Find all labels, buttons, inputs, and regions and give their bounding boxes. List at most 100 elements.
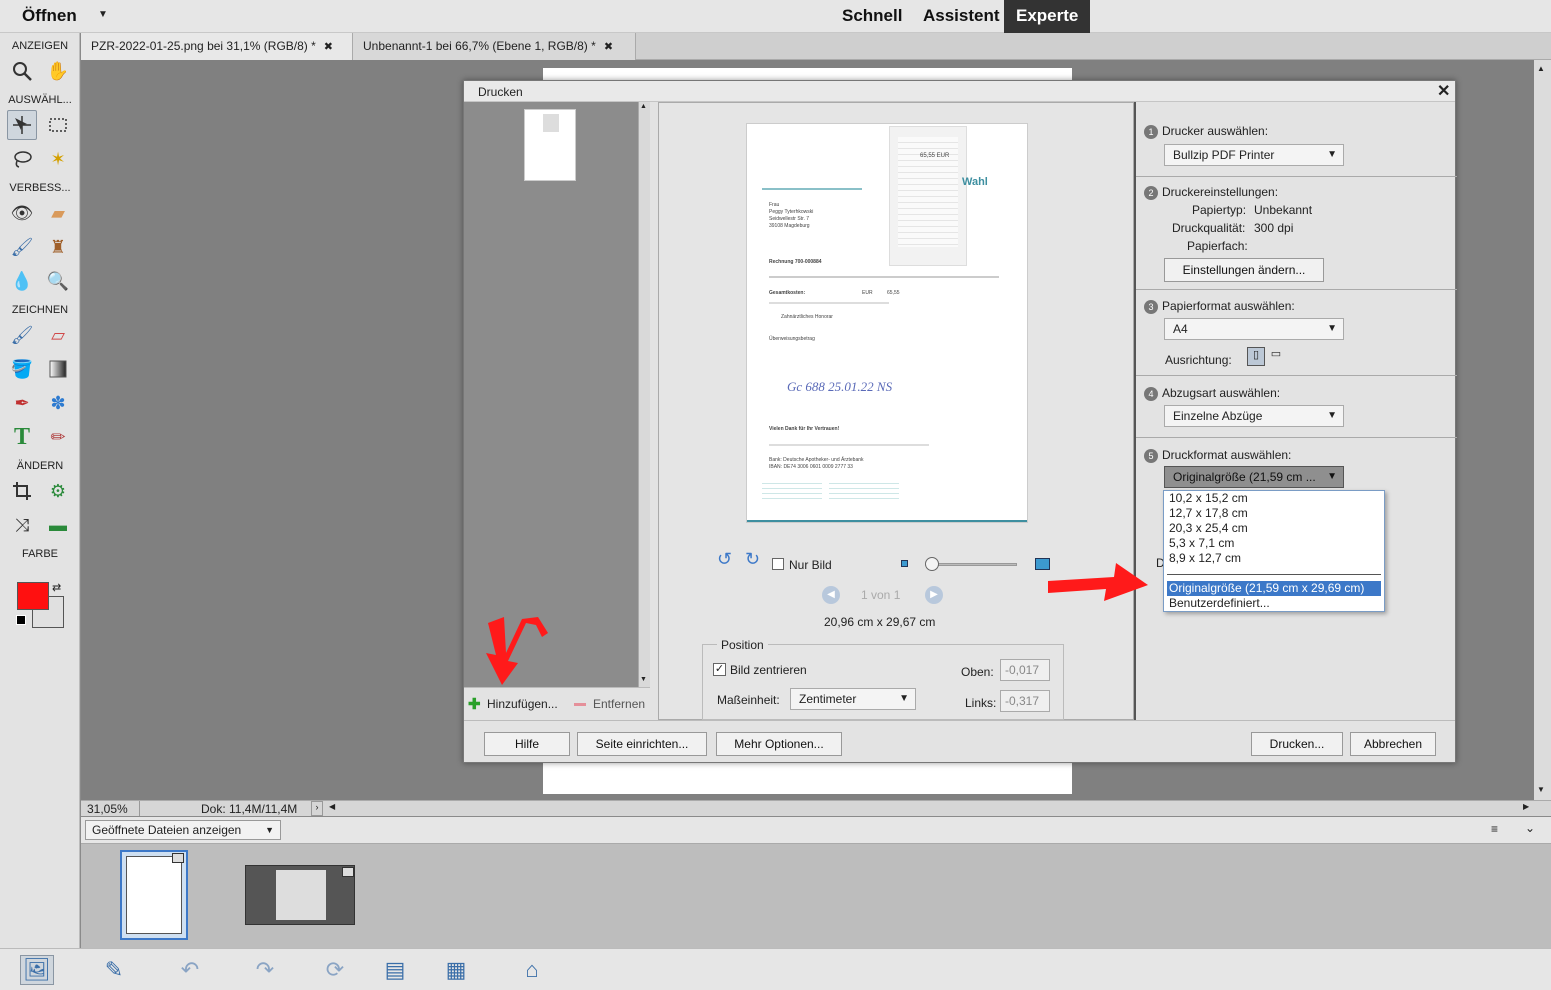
eraser-tool-icon[interactable]: ▱: [43, 320, 73, 350]
print-thumbnail[interactable]: [524, 109, 576, 181]
tool-options-icon[interactable]: ✎: [97, 955, 131, 985]
only-image-checkbox[interactable]: [772, 558, 784, 570]
position-legend: Position: [717, 638, 768, 652]
print-size-select[interactable]: Originalgröße (21,59 cm ... ▼: [1164, 466, 1344, 488]
status-menu-arrow-icon[interactable]: ›: [311, 801, 323, 816]
home-screen-icon[interactable]: ⌂: [515, 955, 549, 985]
mode-expert-tab[interactable]: Experte: [1004, 0, 1091, 33]
content-move-icon[interactable]: ⤨: [7, 510, 37, 540]
printer-select[interactable]: Bullzip PDF Printer ▼: [1164, 144, 1344, 166]
redo-icon[interactable]: ↷: [248, 955, 282, 985]
paper-size-select[interactable]: A4 ▼: [1164, 318, 1344, 340]
zoom-level[interactable]: 31,05%: [87, 802, 128, 816]
change-settings-button[interactable]: Einstellungen ändern...: [1164, 258, 1324, 282]
paint-bucket-icon[interactable]: 🪣: [7, 354, 37, 384]
mode-quick-tab[interactable]: Schnell: [832, 5, 912, 33]
sponge-tool-icon[interactable]: 🔍: [43, 266, 73, 296]
photo-bin-icon[interactable]: 🖼: [20, 955, 54, 985]
print-size-option-selected[interactable]: Originalgröße (21,59 cm x 29,69 cm): [1167, 581, 1381, 596]
open-menu-button[interactable]: Öffnen: [22, 6, 77, 26]
move-tool-icon[interactable]: [7, 110, 37, 140]
print-size-option[interactable]: 8,9 x 12,7 cm: [1167, 551, 1381, 566]
lasso-tool-icon[interactable]: [7, 144, 37, 174]
paper-tray-label: Papierfach:: [1187, 239, 1248, 253]
next-page-icon[interactable]: ▶: [925, 586, 943, 604]
rotate-right-icon[interactable]: ↻: [745, 549, 760, 570]
smart-brush-icon[interactable]: 🖌: [7, 232, 37, 262]
left-offset-input[interactable]: -0,317: [1000, 690, 1050, 712]
unit-select[interactable]: Zentimeter ▼: [790, 688, 916, 710]
scroll-up-icon[interactable]: ▲: [1537, 64, 1545, 73]
blur-drop-icon[interactable]: 💧: [7, 266, 37, 296]
cancel-button[interactable]: Abbrechen: [1350, 732, 1436, 756]
center-image-checkbox[interactable]: ✓: [713, 663, 726, 676]
add-icon[interactable]: ✚: [468, 695, 481, 713]
print-size-option[interactable]: 10,2 x 15,2 cm: [1167, 491, 1381, 506]
close-icon[interactable]: ✖: [604, 41, 613, 53]
zoom-tool-icon[interactable]: [7, 56, 37, 86]
vertical-scrollbar[interactable]: ▲ ▼: [1534, 60, 1551, 800]
rotate-icon[interactable]: ⟳: [318, 955, 352, 985]
portrait-orientation-icon[interactable]: ▯: [1247, 347, 1265, 366]
zoom-slider[interactable]: [927, 563, 1017, 566]
layout-icon[interactable]: ▤: [378, 955, 412, 985]
tab-document-1[interactable]: PZR-2022-01-25.png bei 31,1% (RGB/8) * ✖: [81, 33, 353, 60]
top-offset-label: Oben:: [961, 665, 994, 679]
collapse-bin-icon[interactable]: ⌄: [1525, 821, 1535, 835]
text-tool-icon[interactable]: T: [7, 422, 37, 452]
print-button[interactable]: Drucken...: [1251, 732, 1343, 756]
zoom-slider-handle[interactable]: [925, 557, 939, 571]
straighten-tool-icon[interactable]: ▬: [43, 510, 73, 540]
hand-tool-icon[interactable]: ✋: [43, 56, 73, 86]
undo-icon[interactable]: ↶: [173, 955, 207, 985]
gradient-tool-icon[interactable]: [43, 354, 73, 384]
recompose-tool-icon[interactable]: ⚙: [43, 476, 73, 506]
scroll-right-icon[interactable]: ▶: [1523, 802, 1529, 811]
foreground-color-swatch[interactable]: [17, 582, 49, 610]
print-size-option[interactable]: Benutzerdefiniert...: [1167, 596, 1381, 611]
page-setup-button[interactable]: Seite einrichten...: [577, 732, 707, 756]
brush-tool-icon[interactable]: 🖌: [7, 320, 37, 350]
chevron-down-icon[interactable]: ▼: [98, 9, 108, 20]
help-button[interactable]: Hilfe: [484, 732, 570, 756]
scroll-left-icon[interactable]: ◀: [329, 802, 335, 811]
marquee-tool-icon[interactable]: [43, 110, 73, 140]
rotate-left-icon[interactable]: ↺: [717, 549, 732, 570]
tab-document-2[interactable]: Unbenannt-1 bei 66,7% (Ebene 1, RGB/8) *…: [353, 33, 636, 60]
print-size-option[interactable]: 20,3 x 25,4 cm: [1167, 521, 1381, 536]
print-size-option[interactable]: 5,3 x 7,1 cm: [1167, 536, 1381, 551]
swap-colors-icon[interactable]: ⇄: [52, 581, 61, 594]
top-offset-input[interactable]: -0,017: [1000, 659, 1050, 681]
remove-icon[interactable]: [574, 703, 586, 706]
crop-tool-icon[interactable]: [7, 476, 37, 506]
pencil-tool-icon[interactable]: ✏: [43, 422, 73, 452]
bin-thumbnail-1[interactable]: [120, 850, 188, 940]
clone-stamp-icon[interactable]: ♜: [43, 232, 73, 262]
custom-shape-icon[interactable]: ✽: [43, 388, 73, 418]
default-colors-icon[interactable]: [16, 615, 26, 625]
thumbnails-scrollbar[interactable]: ▲ ▼: [638, 102, 650, 687]
more-options-button[interactable]: Mehr Optionen...: [716, 732, 842, 756]
organizer-icon[interactable]: ▦: [439, 955, 473, 985]
open-doc-icon: [342, 867, 354, 877]
previous-page-icon[interactable]: ◀: [822, 586, 840, 604]
scroll-down-icon[interactable]: ▼: [1537, 785, 1545, 794]
magic-wand-icon[interactable]: ✶: [43, 144, 73, 174]
print-type-select[interactable]: Einzelne Abzüge ▼: [1164, 405, 1344, 427]
print-size-option[interactable]: 12,7 x 17,8 cm: [1167, 506, 1381, 521]
unit-value: Zentimeter: [799, 692, 857, 706]
bin-thumbnail-2[interactable]: [245, 865, 355, 925]
remove-button[interactable]: Entfernen: [593, 697, 645, 711]
bandage-tool-icon[interactable]: ▰: [43, 198, 73, 228]
red-eye-tool-icon[interactable]: 👁: [7, 198, 37, 228]
add-button[interactable]: Hinzufügen...: [487, 697, 558, 711]
mode-guided-tab[interactable]: Assistent: [913, 5, 1010, 33]
step-number-1: 1: [1144, 125, 1158, 139]
preview-text: 39108 Magdeburg: [769, 223, 810, 229]
landscape-orientation-icon[interactable]: ▭: [1267, 347, 1285, 366]
bin-menu-icon[interactable]: ≡: [1491, 822, 1498, 836]
bin-filter-select[interactable]: Geöffnete Dateien anzeigen ▼: [85, 820, 281, 840]
close-icon[interactable]: ✖: [324, 41, 333, 53]
close-icon[interactable]: ✕: [1437, 81, 1450, 101]
eyedropper-icon[interactable]: ✒: [7, 388, 37, 418]
